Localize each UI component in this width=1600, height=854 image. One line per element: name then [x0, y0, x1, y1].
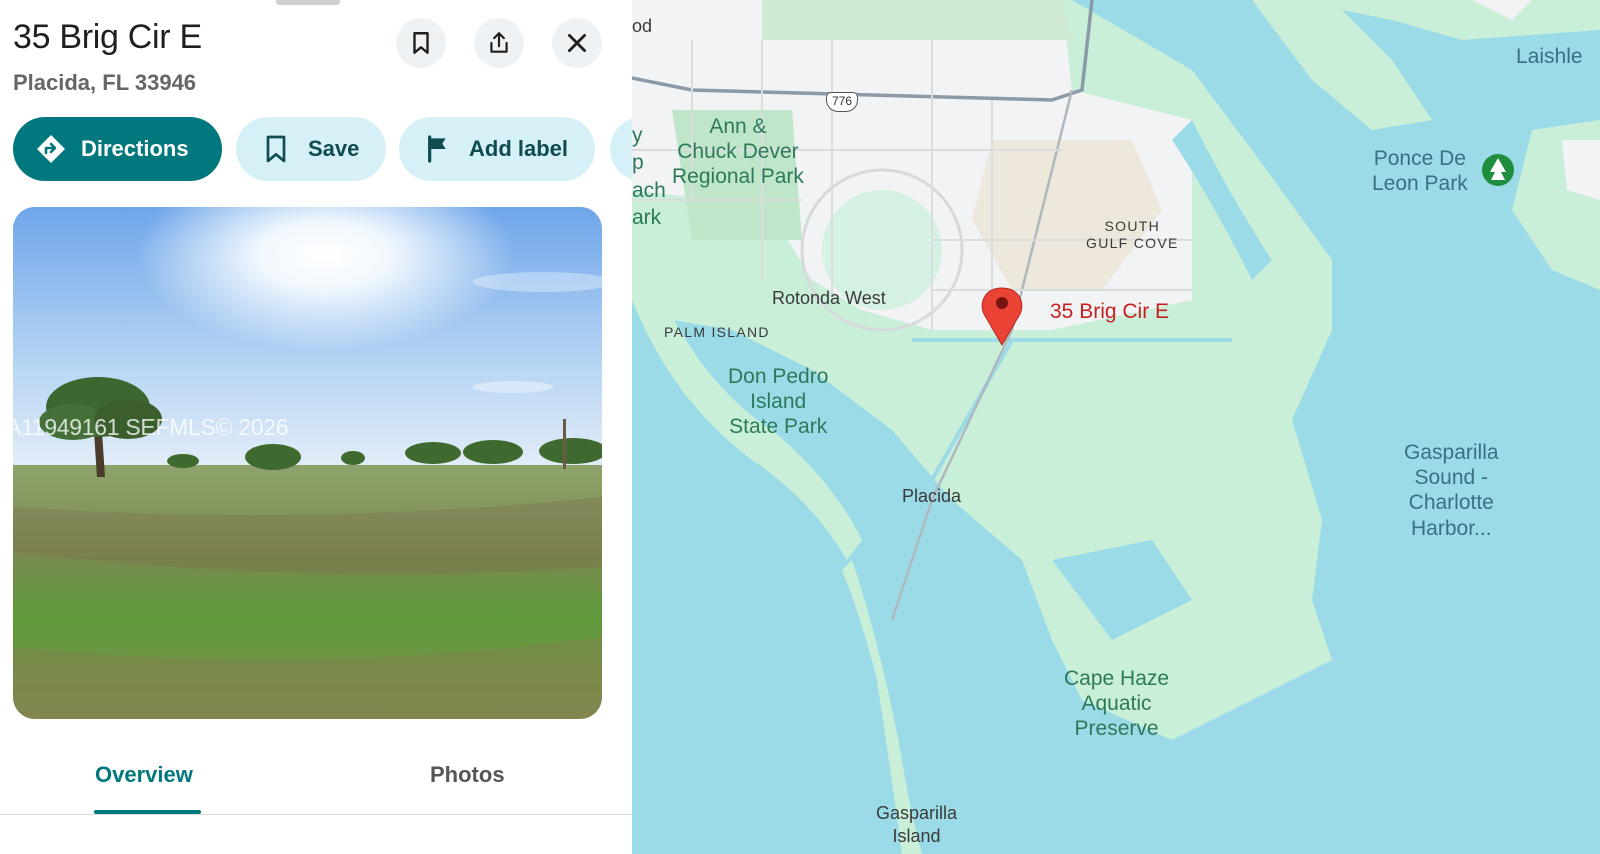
- map-label-south-gulf-cove: SOUTH GULF COVE: [1086, 218, 1179, 251]
- tab-divider: [0, 814, 632, 815]
- map-label-gasparilla-sound: Gasparilla Sound - Charlotte Harbor...: [1404, 441, 1499, 540]
- map-label-gasparilla-island: Gasparilla Island: [876, 803, 958, 846]
- map-label-edge-mid: y p ach ark: [632, 124, 666, 229]
- map-label-cape-haze-preserve: Cape Haze Aquatic Preserve: [1064, 667, 1170, 741]
- share-icon: [490, 32, 508, 53]
- directions-icon: [37, 135, 65, 163]
- flag-icon: [428, 135, 446, 163]
- map-label-rotonda-west: Rotonda West: [772, 288, 886, 308]
- route-shield: 776: [826, 92, 858, 112]
- place-address: Placida, FL 33946: [13, 70, 197, 95]
- place-panel: 35 Brig Cir E Placida, FL 33946 Directio…: [0, 0, 632, 854]
- add-label-label: Add label: [469, 136, 569, 161]
- street-view-photo[interactable]: [13, 207, 602, 719]
- map-label-ponce-de-leon-park: Ponce De Leon Park: [1372, 147, 1468, 196]
- bookmark-icon: [413, 32, 429, 54]
- action-chips: Directions Save Add label: [13, 117, 632, 181]
- bookmark-button[interactable]: [396, 18, 446, 68]
- more-chip[interactable]: [610, 117, 632, 181]
- map-label-palm-island: PALM ISLAND: [664, 324, 770, 340]
- drag-handle[interactable]: [276, 0, 340, 5]
- save-label: Save: [308, 136, 360, 161]
- close-button[interactable]: [552, 18, 602, 68]
- photo-image: [13, 207, 602, 719]
- map-label-ann-chuck-park: Ann & Chuck Dever Regional Park: [672, 115, 804, 189]
- place-title: 35 Brig Cir E: [13, 18, 202, 56]
- tab-photos[interactable]: Photos: [430, 762, 505, 788]
- map-view[interactable]: 776 od y p ach ark Laishle Ann & Chuck D…: [632, 0, 1600, 854]
- pin-label[interactable]: 35 Brig Cir E: [1050, 300, 1169, 324]
- map-label-edge-top: od: [632, 16, 653, 36]
- bookmark-outline-icon: [266, 135, 286, 163]
- map-label-laishle: Laishle: [1516, 45, 1583, 68]
- save-button[interactable]: Save: [236, 117, 386, 181]
- directions-button[interactable]: Directions: [13, 117, 222, 181]
- photo-watermark: A11949161 SEFMLS© 2026: [6, 414, 289, 440]
- add-label-button[interactable]: Add label: [399, 117, 595, 181]
- share-button[interactable]: [474, 18, 524, 68]
- map-label-don-pedro-state-park: Don Pedro Island State Park: [728, 365, 829, 439]
- directions-label: Directions: [81, 136, 189, 161]
- tab-overview[interactable]: Overview: [95, 762, 193, 788]
- close-icon: [568, 34, 586, 52]
- map-label-placida: Placida: [902, 486, 962, 506]
